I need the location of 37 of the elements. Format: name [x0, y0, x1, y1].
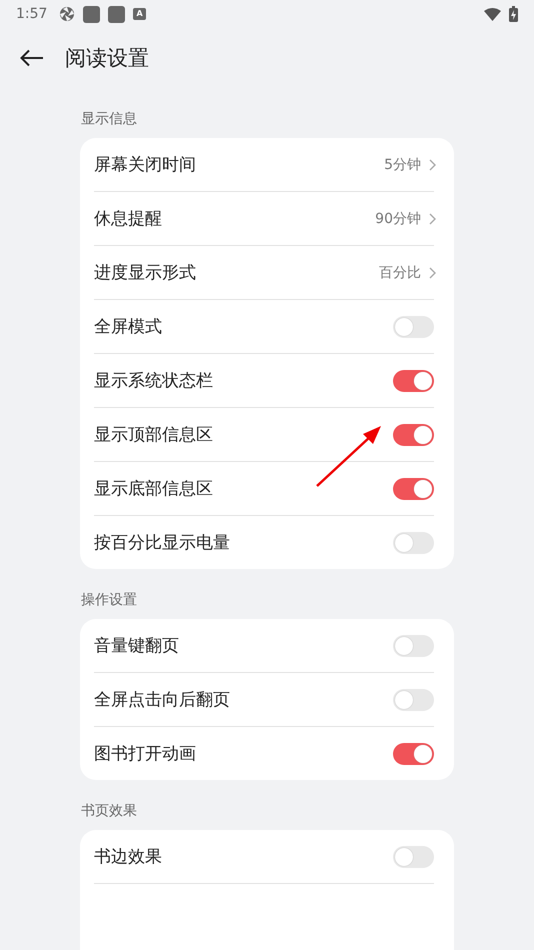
battery-icon [509, 6, 518, 22]
toggle-switch[interactable] [393, 478, 434, 500]
notification-badge: A [133, 8, 146, 20]
wifi-icon [484, 8, 501, 20]
chevron-right-icon [429, 266, 436, 278]
section-title: 书页效果 [81, 802, 138, 820]
settings-item[interactable]: 进度显示形式 百分比 [94, 246, 434, 299]
toggle-switch[interactable] [393, 634, 434, 656]
setting-label: 图书打开动画 [94, 743, 197, 765]
setting-label: 音量键翻页 [94, 635, 180, 657]
app-icon [59, 6, 76, 22]
setting-label: 书边效果 [94, 846, 163, 868]
toggle-switch[interactable] [393, 370, 434, 392]
toggle-switch[interactable] [393, 846, 434, 868]
section-title: 显示信息 [81, 110, 138, 128]
back-arrow-icon[interactable] [20, 49, 44, 67]
setting-label: 显示顶部信息区 [94, 424, 214, 446]
setting-label: 按百分比显示电量 [94, 532, 231, 554]
notification-icon [108, 6, 126, 22]
toggle-switch[interactable] [393, 532, 434, 554]
notification-icon [83, 6, 100, 22]
section-title: 操作设置 [81, 591, 138, 609]
status-time: 1:57 [16, 6, 48, 22]
page-title: 阅读设置 [65, 45, 149, 72]
settings-item[interactable]: 休息提醒 90分钟 [94, 192, 434, 245]
chevron-right-icon [429, 158, 436, 170]
setting-label: 显示底部信息区 [94, 478, 214, 500]
setting-label: 全屏点击向后翻页 [94, 689, 231, 711]
setting-label: 全屏模式 [94, 316, 163, 338]
toggle-switch[interactable] [393, 316, 434, 338]
chevron-right-icon [429, 212, 436, 224]
setting-label: 显示系统状态栏 [94, 370, 214, 392]
settings-item[interactable]: 屏幕关闭时间 5分钟 [94, 138, 434, 191]
annotation-arrow [316, 426, 381, 487]
toggle-switch[interactable] [393, 742, 434, 764]
toggle-switch[interactable] [393, 424, 434, 446]
toggle-switch[interactable] [393, 688, 434, 710]
